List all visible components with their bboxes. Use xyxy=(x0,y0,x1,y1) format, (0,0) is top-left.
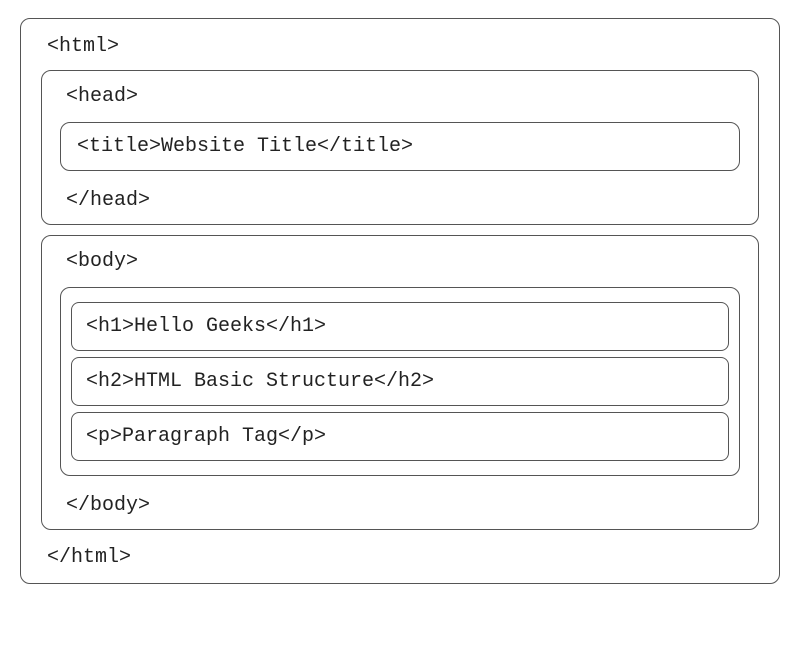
h2-box: <h2>HTML Basic Structure</h2> xyxy=(71,357,729,406)
title-tag-text: <title>Website Title</title> xyxy=(77,135,413,158)
body-box: <body> <h1>Hello Geeks</h1> <h2>HTML Bas… xyxy=(41,235,759,530)
html-box: <html> <head> <title>Website Title</titl… xyxy=(20,18,780,584)
h1-box: <h1>Hello Geeks</h1> xyxy=(71,302,729,351)
h1-tag-text: <h1>Hello Geeks</h1> xyxy=(86,315,326,338)
head-box: <head> <title>Website Title</title> </he… xyxy=(41,70,759,225)
head-close-tag: </head> xyxy=(60,181,740,216)
body-open-tag: <body> xyxy=(60,244,740,281)
head-open-tag: <head> xyxy=(60,79,740,116)
p-tag-text: <p>Paragraph Tag</p> xyxy=(86,425,326,448)
body-close-tag: </body> xyxy=(60,486,740,521)
html-close-tag: </html> xyxy=(41,538,759,573)
title-box: <title>Website Title</title> xyxy=(60,122,740,171)
body-content-wrap: <h1>Hello Geeks</h1> <h2>HTML Basic Stru… xyxy=(60,287,740,476)
p-box: <p>Paragraph Tag</p> xyxy=(71,412,729,461)
html-open-tag: <html> xyxy=(41,29,759,66)
h2-tag-text: <h2>HTML Basic Structure</h2> xyxy=(86,370,434,393)
